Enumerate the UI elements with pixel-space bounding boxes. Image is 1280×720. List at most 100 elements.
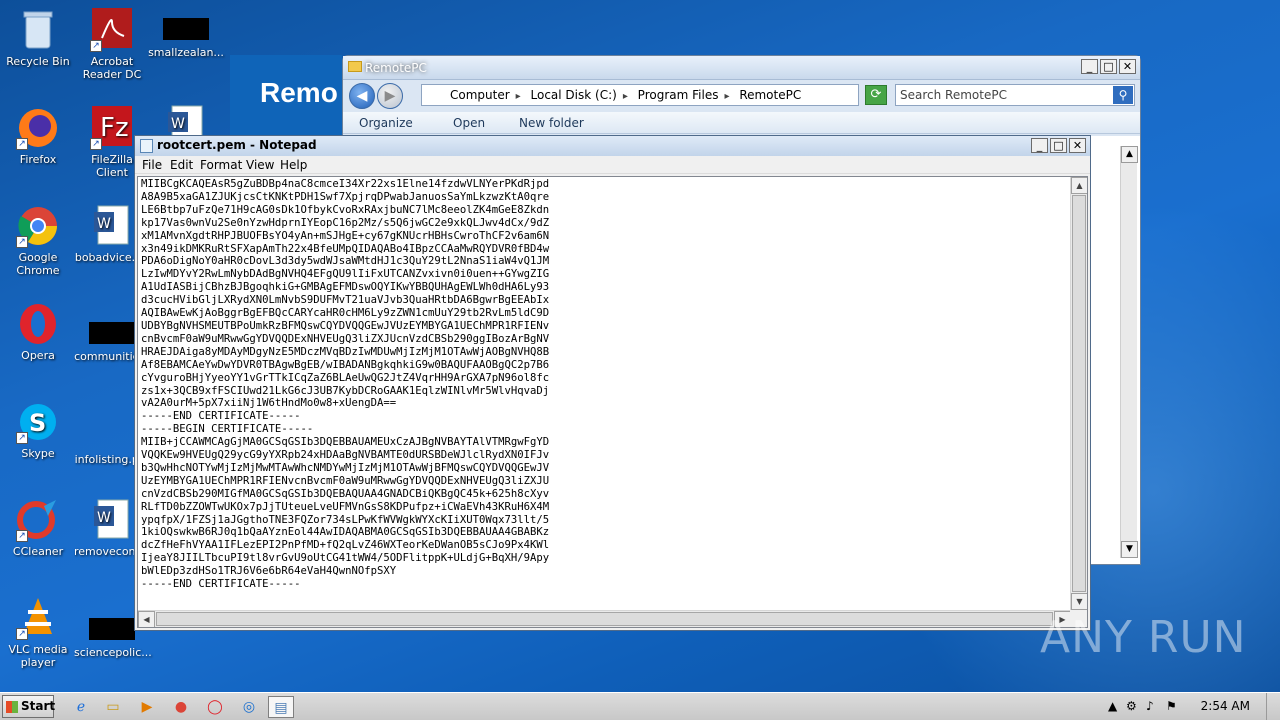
menu-edit[interactable]: Edit [170,158,193,172]
search-input[interactable]: Search RemotePC ⚲ [895,84,1135,106]
desktop-icon-smallzealand[interactable]: smallzealan... [148,8,224,59]
breadcrumb-local-disk[interactable]: Local Disk (C:) [531,88,617,102]
desktop-icon-opera[interactable]: Opera [0,302,76,362]
forward-arrow-icon[interactable]: ▶ [377,83,403,109]
open-button[interactable]: Open [453,116,485,130]
remotepc-taskbar-icon[interactable]: ◎ [236,696,262,718]
desktop-icon-chrome[interactable]: ↗ Google Chrome [0,204,76,277]
show-hidden-icons-icon[interactable]: ▲ [1108,699,1117,713]
scroll-up-icon[interactable]: ▲ [1071,177,1087,194]
menu-help[interactable]: Help [280,158,307,172]
desktop-icon-ccleaner[interactable]: ↗ CCleaner [0,498,76,558]
back-arrow-icon[interactable]: ◀ [349,83,375,109]
explorer-toolbar: Organize Open New folder [343,112,1140,134]
breadcrumb-remotepc[interactable]: RemotePC [739,88,801,102]
file-icon [90,406,134,450]
desktop-icon-label: Opera [21,349,55,362]
notepad-taskbar-icon[interactable]: ▤ [268,696,294,718]
breadcrumb-program-files[interactable]: Program Files [638,88,719,102]
search-icon[interactable]: ⚲ [1113,86,1133,104]
explorer-folder-icon[interactable]: ▭ [100,696,126,718]
breadcrumb-separator-icon: ▸ [724,91,730,102]
desktop-icon-label: Skype [21,447,55,460]
search-placeholder: Search RemotePC [900,88,1007,102]
notepad-titlebar[interactable]: rootcert.pem - Notepad _ □ ✕ [135,136,1090,156]
acrobat-icon: ↗ [90,8,134,52]
system-tray: ▲ ⚙ ♪ ⚑ 2:54 AM [1100,693,1280,720]
scroll-thumb[interactable] [156,612,1053,626]
firefox-icon: ↗ [16,106,60,150]
shortcut-arrow-icon: ↗ [90,40,102,52]
organize-button[interactable]: Organize [359,116,413,130]
taskbar: Start ℯ ▭ ▶ ● ◯ ◎ ▤ ▲ ⚙ ♪ ⚑ 2:54 AM [0,692,1280,720]
desktop-icon-label: smallzealan... [148,46,224,59]
minimize-button[interactable]: _ [1031,138,1048,153]
explorer-scrollbar[interactable]: ▲ ▼ [1120,146,1138,558]
minimize-button[interactable]: _ [1081,59,1098,74]
breadcrumb-computer[interactable]: Computer [450,88,510,102]
show-desktop-button[interactable] [1266,693,1280,720]
redacted-file-icon [89,322,135,344]
svg-text:S: S [29,409,46,437]
desktop-icon-label: Firefox [19,153,57,166]
scroll-left-icon[interactable]: ◀ [138,611,155,627]
redacted-file-icon [89,618,135,640]
svg-text:W: W [97,216,111,232]
notepad-vertical-scrollbar[interactable]: ▲ ▼ [1070,177,1087,610]
opera-taskbar-icon[interactable]: ◯ [202,696,228,718]
clock[interactable]: 2:54 AM [1201,699,1250,713]
svg-text:Fz: Fz [100,113,129,143]
network-icon[interactable]: ⚙ [1126,699,1137,713]
new-folder-button[interactable]: New folder [519,116,584,130]
scroll-down-icon[interactable]: ▼ [1071,593,1087,610]
scroll-up-icon[interactable]: ▲ [1121,146,1138,163]
maximize-button[interactable]: □ [1100,59,1117,74]
notepad-title: rootcert.pem - Notepad [157,138,317,152]
volume-icon[interactable]: ♪ [1146,699,1154,713]
shortcut-arrow-icon: ↗ [16,236,28,248]
anyrun-watermark: ANY RUN [1040,612,1247,663]
desktop-icon-firefox[interactable]: ↗ Firefox [0,106,76,166]
desktop-icon-acrobat[interactable]: ↗ Acrobat Reader DC [74,8,150,81]
maximize-button[interactable]: □ [1050,138,1067,153]
action-center-flag-icon[interactable]: ⚑ [1166,699,1177,713]
desktop-icon-vlc[interactable]: ↗ VLC media player [0,596,76,669]
ccleaner-icon: ↗ [16,498,60,542]
notepad-menubar: File Edit Format View Help [135,156,1090,174]
shortcut-arrow-icon: ↗ [90,138,102,150]
notepad-editor[interactable]: MIIBCgKCAQEAsR5gZuBDBp4naC8cmceI34Xr22xs… [137,176,1088,628]
close-button[interactable]: ✕ [1119,59,1136,74]
menu-format[interactable]: Format [200,158,242,172]
redacted-file-icon [163,18,209,40]
menu-file[interactable]: File [142,158,162,172]
breadcrumb-separator-icon: ▸ [515,91,521,102]
word-doc-icon: W [90,204,134,248]
desktop-icon-label: sciencepolic... [74,646,152,659]
scroll-thumb[interactable] [1072,195,1086,592]
start-button[interactable]: Start [2,695,55,718]
breadcrumb-separator-icon: ▸ [622,91,628,102]
desktop-icon-skype[interactable]: S ↗ Skype [0,400,76,460]
notepad-text-content[interactable]: MIIBCgKCAQEAsR5gZuBDBp4naC8cmceI34Xr22xs… [141,178,1069,610]
refresh-icon[interactable]: ⟳ [865,85,887,105]
desktop-icon-recycle-bin[interactable]: Recycle Bin [0,8,76,68]
skype-icon: S ↗ [16,400,60,444]
chrome-taskbar-icon[interactable]: ● [168,696,194,718]
desktop-icon-label: Recycle Bin [6,55,70,68]
internet-explorer-icon[interactable]: ℯ [68,696,94,718]
svg-text:W: W [171,116,185,132]
notepad-window[interactable]: rootcert.pem - Notepad _ □ ✕ File Edit F… [134,135,1091,631]
folder-icon [348,61,362,72]
filezilla-icon: Fz ↗ [90,106,134,150]
address-bar[interactable]: Computer ▸ Local Disk (C:) ▸ Program Files… [421,84,859,106]
shortcut-arrow-icon: ↗ [16,138,28,150]
explorer-titlebar[interactable]: RemotePC _ □ ✕ [343,56,1140,80]
shortcut-arrow-icon: ↗ [16,530,28,542]
media-player-icon[interactable]: ▶ [134,696,160,718]
desktop-icon-label: Acrobat Reader DC [82,55,142,81]
notepad-horizontal-scrollbar[interactable]: ◀ ▶ [138,610,1071,627]
menu-view[interactable]: View [246,158,274,172]
scroll-down-icon[interactable]: ▼ [1121,541,1138,558]
desktop-icon-label: CCleaner [12,545,64,558]
close-button[interactable]: ✕ [1069,138,1086,153]
